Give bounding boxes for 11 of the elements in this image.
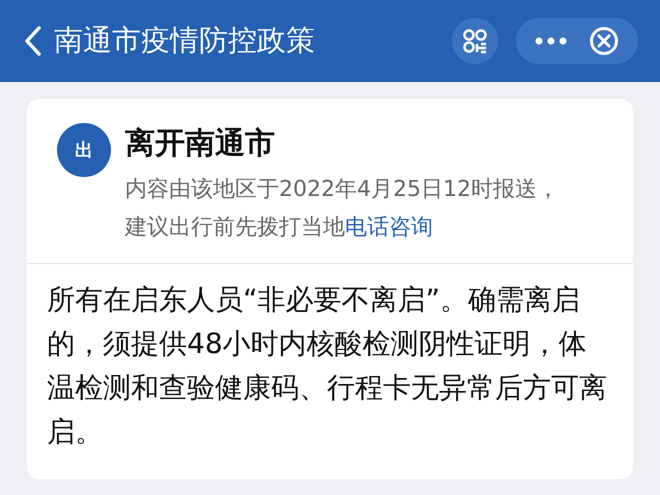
scan-icon: [462, 28, 488, 54]
source-note: 内容由该地区于2022年4月25日12时报送，建议出行前先拨打当地电话咨询: [125, 176, 560, 242]
close-icon[interactable]: [589, 26, 619, 56]
phone-consult-link[interactable]: 电话咨询: [345, 215, 433, 240]
card-title: 离开南通市: [125, 125, 276, 163]
page-title: 南通市疫情防控政策: [54, 22, 315, 60]
back-icon[interactable]: [24, 26, 42, 56]
policy-text: 所有在启东人员“非必要不离启”。确需离启的，须提供48小时内核酸检测阴性证明，体温检测和查验健康码、行程卡无异常后方可离启。: [46, 282, 608, 450]
more-icon[interactable]: [535, 37, 567, 45]
category-badge: 出: [57, 123, 111, 177]
scan-button[interactable]: [452, 18, 498, 64]
